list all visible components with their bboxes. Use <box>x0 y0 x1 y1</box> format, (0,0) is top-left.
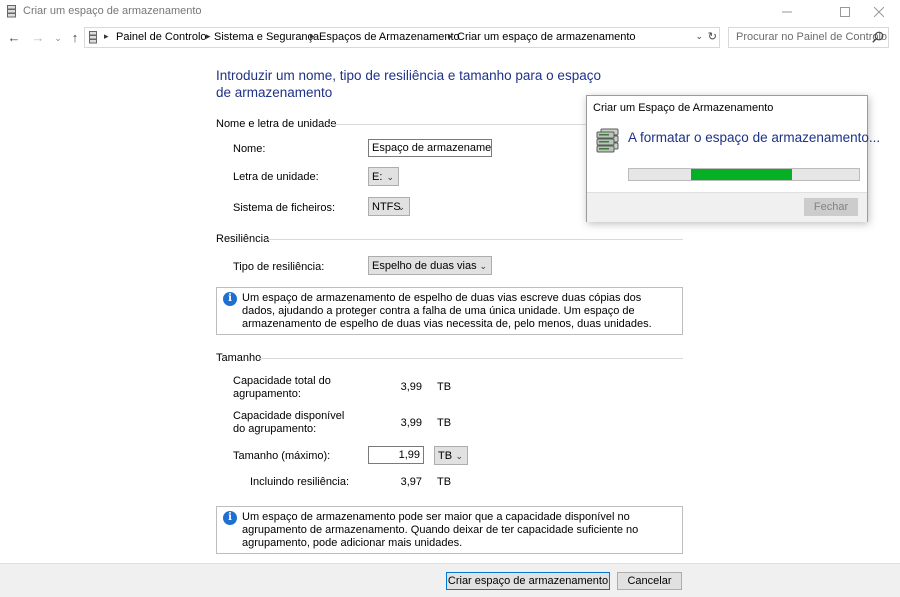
chevron-right-icon: ▸ <box>206 31 211 41</box>
footer-bar: Criar espaço de armazenamento Cancelar <box>0 563 900 597</box>
chevron-down-icon: ⌄ <box>455 451 463 461</box>
arrow-left-icon: ← <box>7 30 21 45</box>
size-unit-value: TB <box>438 450 453 462</box>
resiliency-type-value: Espelho de duas vias <box>372 260 477 272</box>
close-dialog-button[interactable]: Fechar <box>804 198 858 216</box>
available-capacity-label: Capacidade disponível do agrupamento: <box>233 410 345 435</box>
drive-letter-select[interactable]: E: ⌄ <box>368 167 399 186</box>
dialog-heading: A formatar o espaço de armazenamento... <box>628 130 881 145</box>
dialog-footer: Fechar <box>587 192 867 222</box>
breadcrumb-create-storage-space[interactable]: Criar um espaço de armazenamento <box>457 31 636 43</box>
drive-letter-value: E: <box>372 171 383 183</box>
maximize-icon <box>840 7 850 17</box>
arrow-right-icon: → <box>31 30 45 45</box>
chevron-down-icon: ⌄ <box>386 172 394 182</box>
resiliency-type-label: Tipo de resiliência: <box>233 261 325 273</box>
chevron-right-icon: ▸ <box>448 31 453 41</box>
chevron-down-icon: ⌄ <box>479 261 487 271</box>
size-info-text: Um espaço de armazenamento pode ser maio… <box>242 511 639 549</box>
page-heading: Introduzir um nome, tipo de resiliência … <box>216 68 601 100</box>
storage-spaces-icon <box>596 128 619 153</box>
chevron-right-icon: ▸ <box>104 31 109 41</box>
total-capacity-value: 3,99 <box>400 381 422 393</box>
section-divider <box>260 358 683 359</box>
address-bar[interactable]: ▸ Painel de Controlo ▸ Sistema e Seguran… <box>84 27 720 48</box>
filesystem-select[interactable]: NTFS ⌄ <box>368 197 410 216</box>
window-title: Criar um espaço de armazenamento <box>23 5 202 17</box>
breadcrumb-system-security[interactable]: Sistema e Segurança <box>214 31 319 43</box>
size-info-box: i Um espaço de armazenamento pode ser ma… <box>216 506 683 554</box>
chevron-down-icon: ⌄ <box>397 202 405 212</box>
search-input[interactable]: Procurar no Painel de Controlo <box>728 27 889 48</box>
close-button[interactable] <box>856 0 900 24</box>
storage-spaces-icon <box>7 5 16 18</box>
info-icon: i <box>223 292 237 306</box>
minimize-icon <box>782 11 792 13</box>
name-label: Nome: <box>233 143 266 155</box>
total-capacity-label: Capacidade total do agrupamento: <box>233 375 331 400</box>
breadcrumb-storage-spaces[interactable]: Espaços de Armazenamento <box>319 31 460 43</box>
filesystem-label: Sistema de ficheiros: <box>233 202 336 214</box>
including-resiliency-value: 3,97 <box>400 476 422 488</box>
forward-button[interactable]: → <box>30 29 46 47</box>
resiliency-info-box: i Um espaço de armazenamento de espelho … <box>216 287 683 335</box>
resiliency-type-select[interactable]: Espelho de duas vias ⌄ <box>368 256 492 275</box>
size-unit-select[interactable]: TB ⌄ <box>434 446 468 465</box>
available-capacity-unit: TB <box>437 417 452 429</box>
size-label: Tamanho (máximo): <box>233 450 331 462</box>
filesystem-value: NTFS <box>372 201 401 213</box>
size-field[interactable]: 1,99 <box>368 446 424 464</box>
minimize-button[interactable] <box>764 0 810 24</box>
progress-bar <box>628 168 860 181</box>
create-storage-space-button[interactable]: Criar espaço de armazenamento <box>446 572 610 590</box>
drive-letter-label: Letra de unidade: <box>233 171 319 183</box>
search-placeholder: Procurar no Painel de Controlo <box>736 31 888 43</box>
back-button[interactable]: ← <box>6 29 22 47</box>
address-dropdown-icon[interactable]: ⌄ <box>695 31 703 42</box>
section-title-size: Tamanho <box>216 352 262 364</box>
cancel-button[interactable]: Cancelar <box>617 572 682 590</box>
recent-locations-button[interactable]: ⌄ <box>50 29 66 47</box>
chevron-right-icon: ▸ <box>310 31 315 41</box>
including-resiliency-unit: TB <box>437 476 452 488</box>
search-icon[interactable] <box>872 31 884 43</box>
title-bar: Criar um espaço de armazenamento <box>0 0 900 24</box>
arrow-up-icon: ↑ <box>71 30 79 45</box>
section-title-name: Nome e letra de unidade <box>216 118 337 130</box>
name-field[interactable]: Espaço de armazenamento <box>368 139 492 157</box>
total-capacity-unit: TB <box>437 381 452 393</box>
available-capacity-value: 3,99 <box>400 417 422 429</box>
progress-fill <box>691 169 792 180</box>
resiliency-info-text: Um espaço de armazenamento de espelho de… <box>242 292 652 330</box>
progress-dialog: Criar um Espaço de Armazenamento A forma… <box>586 95 880 222</box>
dialog-title: Criar um Espaço de Armazenamento <box>593 102 774 114</box>
control-panel-icon <box>89 31 97 44</box>
section-title-resiliency: Resiliência <box>216 233 270 245</box>
chevron-down-icon: ⌄ <box>54 33 62 43</box>
info-icon: i <box>223 511 237 525</box>
section-divider <box>266 239 683 240</box>
including-resiliency-label: Incluindo resiliência: <box>250 476 350 488</box>
close-icon <box>874 7 884 17</box>
refresh-icon[interactable]: ↻ <box>708 30 717 43</box>
breadcrumb-control-panel[interactable]: Painel de Controlo <box>116 31 207 43</box>
up-button[interactable]: ↑ <box>67 29 83 47</box>
